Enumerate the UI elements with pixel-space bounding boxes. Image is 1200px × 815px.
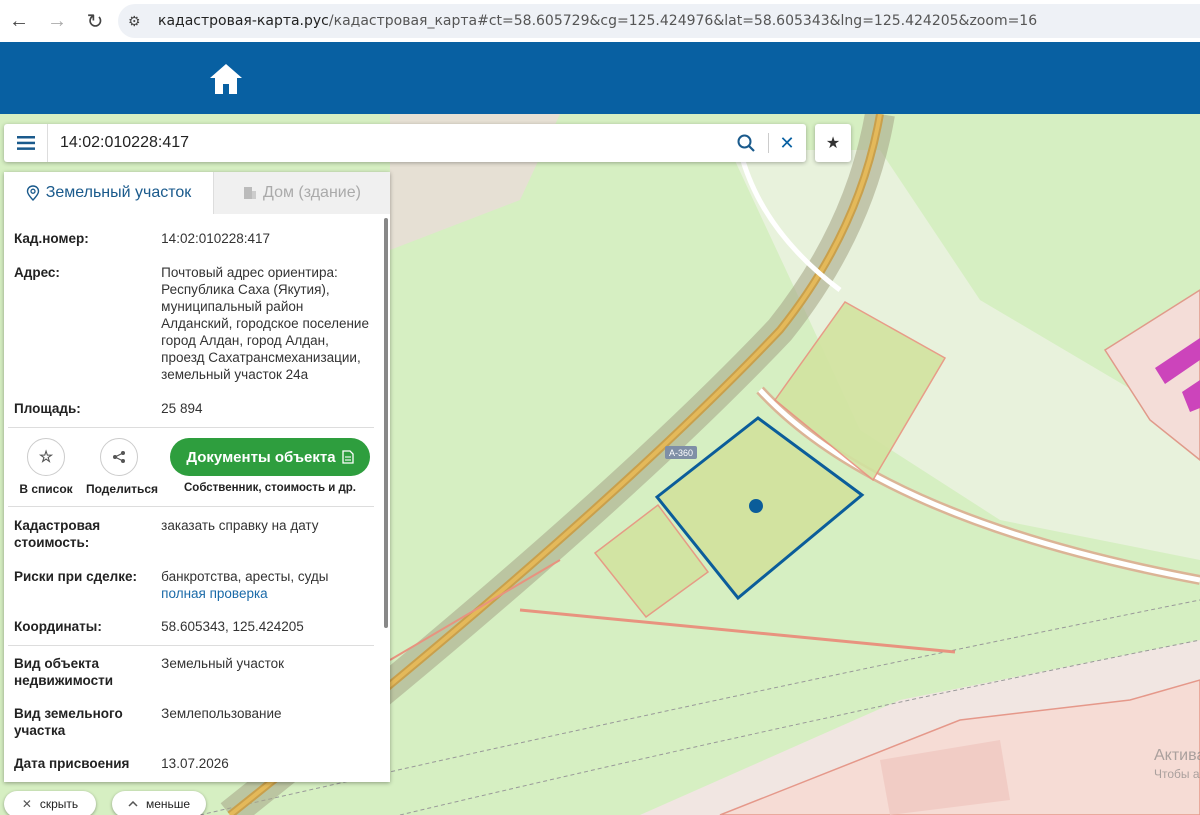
cad-number-link[interactable]: 14:02:010228:417 (161, 230, 370, 247)
share-label: Поделиться (86, 482, 159, 496)
less-button[interactable]: меньше (112, 791, 206, 815)
search-separator (768, 133, 769, 153)
arrow-right-icon: → (47, 9, 67, 32)
add-to-list-button[interactable]: ☆ В список (18, 438, 74, 496)
field-address: Адрес: Почтовый адрес ориентира: Республ… (4, 264, 380, 383)
search-bar: ✕ (4, 124, 806, 162)
activation-watermark: Актива (1154, 747, 1200, 764)
search-input[interactable] (60, 134, 700, 152)
object-documents-subtitle: Собственник, стоимость и др. (183, 482, 356, 494)
risks-value: банкротства, аресты, суды (161, 569, 329, 584)
tab-land-plot-label: Земельный участок (45, 184, 192, 201)
area-label: Площадь: (14, 401, 81, 416)
menu-button[interactable] (4, 124, 48, 162)
object-type-label: Вид объекта недвижимости (14, 656, 113, 688)
url-text: кадастровая-карта.рус/кадастровая_карта#… (158, 13, 1037, 29)
share-icon (100, 438, 138, 476)
chevron-up-icon (128, 801, 138, 807)
field-coords: Координаты: 58.605343, 125.424205 (4, 618, 380, 635)
field-object-type: Вид объекта недвижимости Земельный участ… (4, 655, 380, 689)
cad-number-label: Кад.номер: (14, 231, 89, 246)
panel-content[interactable]: Кад.номер: 14:02:010228:417 Адрес: Почто… (4, 214, 380, 782)
forward-button[interactable]: → (38, 0, 76, 42)
road-label: А-360 (669, 448, 693, 458)
tab-building-label: Дом (здание) (263, 184, 361, 201)
area-value: 25 894 (161, 401, 203, 416)
address-value: Почтовый адрес ориентира: Республика Сах… (161, 265, 369, 382)
tab-building[interactable]: Дом (здание) (214, 172, 390, 214)
land-type-label: Вид земельного участка (14, 706, 123, 738)
cad-cost-label: Кадастровая стоимость: (14, 518, 101, 550)
field-date: Дата присвоения 13.07.2026 (4, 755, 380, 772)
site-settings-icon[interactable]: ⚙ (128, 13, 152, 30)
object-type-value: Земельный участок (161, 656, 285, 671)
coords-label: Координаты: (14, 619, 102, 634)
share-button[interactable]: Поделиться (86, 438, 158, 496)
field-land-type: Вид земельного участка Землепользование (4, 705, 380, 739)
star-outline-icon: ☆ (27, 438, 65, 476)
building-icon (244, 187, 257, 199)
back-button[interactable]: ← (0, 0, 38, 42)
location-pin-icon (26, 185, 39, 201)
site-header (0, 42, 1200, 114)
order-certificate-link[interactable]: заказать справку на дату (161, 517, 370, 551)
risks-label: Риски при сделке: (14, 569, 137, 584)
arrow-left-icon: ← (9, 9, 29, 32)
hide-panel-label: скрыть (39, 797, 79, 811)
reload-icon: ↻ (86, 10, 104, 33)
field-cad-number: Кад.номер: 14:02:010228:417 (4, 230, 380, 247)
reload-button[interactable]: ↻ (76, 0, 114, 42)
browser-toolbar: ← → ↻ ⚙ кадастровая-карта.рус/кадастрова… (0, 0, 1200, 42)
add-to-list-label: В список (19, 482, 73, 496)
search-icon[interactable] (736, 133, 756, 153)
panel-tabs: Земельный участок Дом (здание) (4, 172, 390, 214)
full-check-link[interactable]: полная проверка (161, 585, 370, 602)
favorites-star-button[interactable]: ★ (815, 124, 851, 162)
tab-land-plot[interactable]: Земельный участок (4, 172, 214, 214)
land-type-value: Землепользование (161, 706, 282, 721)
info-panel: Земельный участок Дом (здание) Кад.номер… (4, 172, 390, 782)
address-bar[interactable]: ⚙ кадастровая-карта.рус/кадастровая_карт… (118, 4, 1200, 38)
address-label: Адрес: (14, 265, 60, 280)
document-icon (341, 450, 354, 464)
object-documents-button[interactable]: Документы объекта (170, 438, 370, 476)
risks-value-block: банкротства, аресты, суды полная проверк… (161, 568, 370, 602)
field-cad-cost: Кадастровая стоимость: заказать справку … (4, 517, 380, 551)
less-label: меньше (145, 797, 191, 811)
object-documents-label: Документы объекта (186, 448, 336, 466)
close-icon: ✕ (21, 797, 32, 811)
clear-icon[interactable]: ✕ (776, 132, 798, 154)
url-host: кадастровая-карта.рус (158, 13, 329, 29)
panel-actions: ☆ В список Поделиться Документы объекта … (4, 428, 380, 506)
url-path: /кадастровая_карта#ct=58.605729&cg=125.4… (328, 13, 1038, 29)
panel-scrollbar[interactable] (384, 218, 388, 628)
hide-panel-button[interactable]: ✕ скрыть (4, 791, 96, 815)
field-risks: Риски при сделке: банкротства, аресты, с… (4, 568, 380, 602)
field-area: Площадь: 25 894 (4, 400, 380, 417)
activation-watermark-sub: Чтобы а (1154, 767, 1200, 781)
star-icon: ★ (825, 135, 841, 152)
date-value: 13.07.2026 (161, 756, 229, 771)
hamburger-icon (16, 136, 35, 150)
coords-value: 58.605343, 125.424205 (161, 619, 304, 634)
date-label: Дата присвоения (14, 756, 130, 771)
home-icon[interactable] (208, 62, 244, 96)
